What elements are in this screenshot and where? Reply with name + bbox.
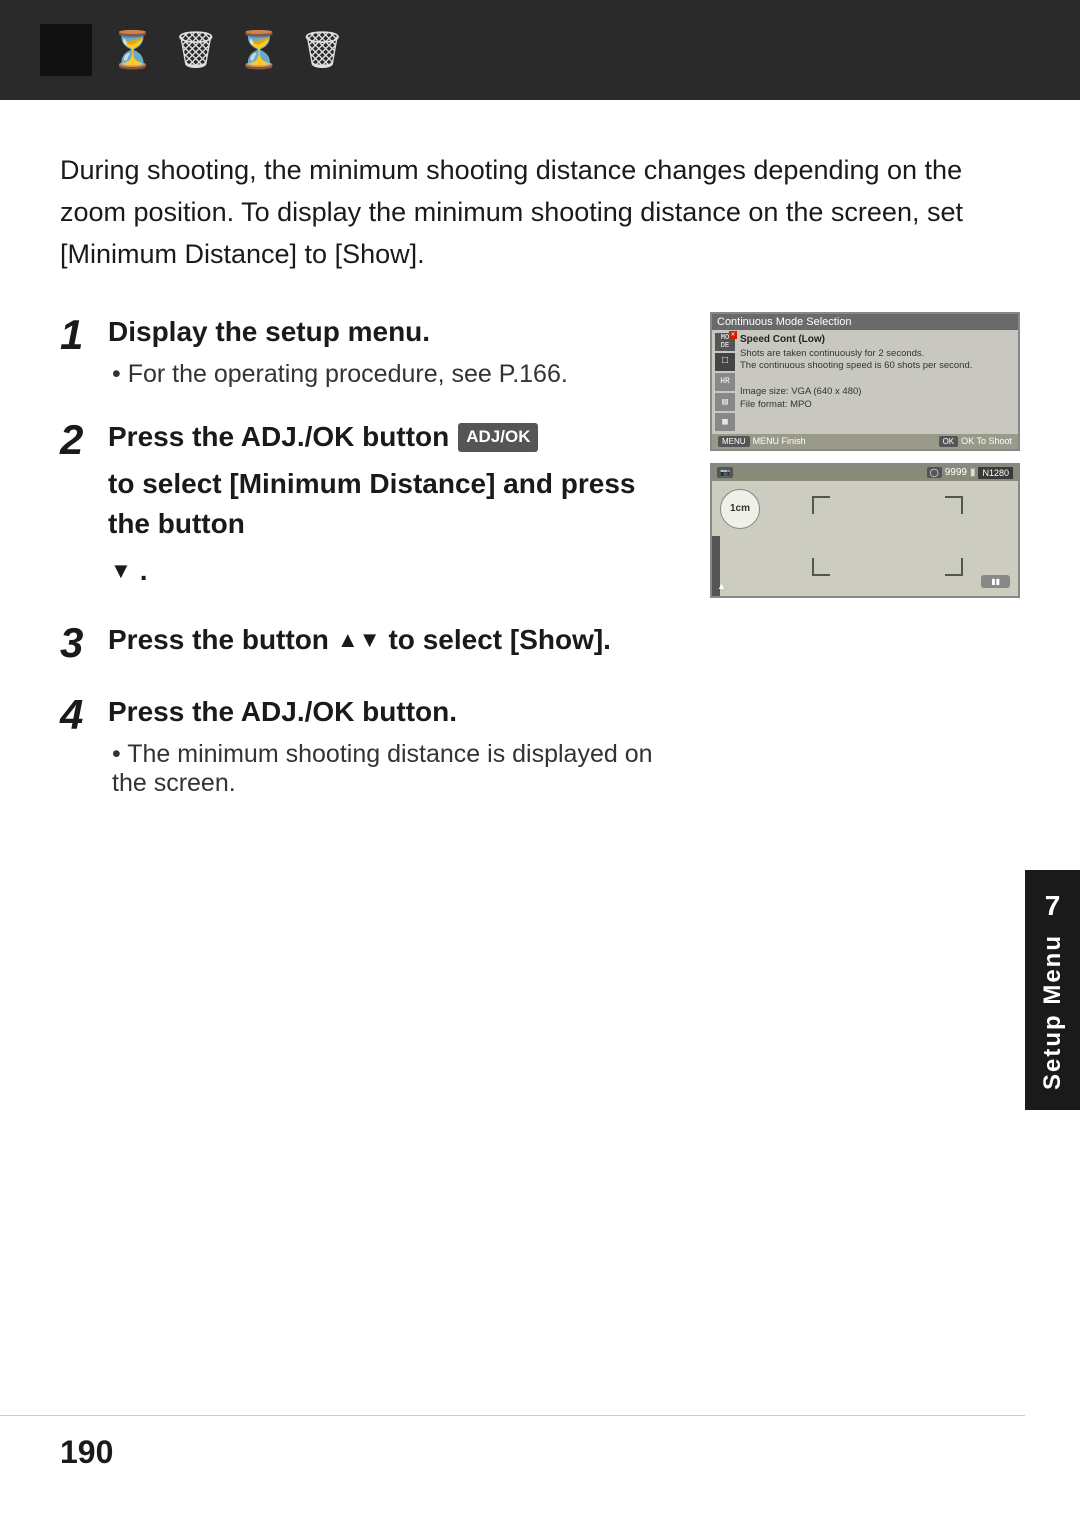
trash-icon: 🗑 — [299, 29, 345, 71]
step-1-content: Display the setup menu. For the operatin… — [108, 312, 670, 390]
menu-badge: MENU — [718, 436, 750, 447]
steps-left: 1 Display the setup menu. For the operat… — [60, 312, 670, 827]
vf-photo-icon: ◯ — [927, 467, 942, 478]
vf-top-right: ◯ 9999 ▮ N1280 — [927, 467, 1013, 479]
self-timer-icon-2: ⏳ — [237, 29, 282, 71]
page-number: 190 — [60, 1434, 113, 1471]
vf-top-bar: 📷 ◯ 9999 ▮ N1280 — [712, 465, 1018, 481]
step-1-title: Display the setup menu. — [108, 312, 670, 353]
down-button-icon: ▼ — [110, 555, 132, 587]
ok-badge: OK — [939, 436, 959, 447]
screen-detail: Speed Cont (Low) Shots are taken continu… — [740, 333, 1015, 431]
step-2-title-part3: . — [140, 551, 148, 592]
step-3: 3 Press the button ▲▼ to select [Show]. — [60, 620, 670, 664]
vf-separator: ▮ — [970, 467, 976, 478]
menu-icon-hr: HR — [715, 373, 735, 391]
footer-shoot-label: OK To Shoot — [961, 436, 1012, 446]
vf-count: 9999 — [945, 467, 967, 478]
screen-menu-icons: MODE ✕ □ HR ▤ ▦ — [715, 333, 737, 431]
menu-icon-single: □ — [715, 353, 735, 371]
x-mark: ✕ — [729, 331, 737, 339]
side-tab: 7 Setup Menu — [1025, 870, 1080, 1110]
step-1-bullet: For the operating procedure, see P.166. — [112, 360, 670, 389]
trash-arrow-icon: 🗑 — [173, 29, 219, 71]
self-timer-icon: ⏳ — [110, 29, 155, 71]
screen-continuous-mode: Continuous Mode Selection MODE ✕ □ HR — [710, 312, 1020, 451]
af-corner-bl — [812, 558, 830, 576]
step-3-content: Press the button ▲▼ to select [Show]. — [108, 620, 670, 661]
step-4-content: Press the ADJ./OK button. The minimum sh… — [108, 692, 670, 799]
camera-screens: Continuous Mode Selection MODE ✕ □ HR — [710, 312, 1020, 598]
af-corner-tr — [945, 496, 963, 514]
menu-icon-mode: MODE ✕ — [715, 333, 735, 351]
vf-camera-icon: 📷 — [717, 467, 733, 478]
side-tab-number: 7 — [1045, 890, 1061, 922]
af-corner-tl — [812, 496, 830, 514]
step-3-title-part2: to select [Show]. — [388, 620, 610, 661]
step-4-title: Press the ADJ./OK button. — [108, 692, 670, 733]
header-accent — [40, 24, 92, 76]
vf-mode: N1280 — [978, 467, 1013, 479]
step-1-number: 1 — [60, 314, 94, 356]
vf-battery-icon: ▲ — [717, 581, 726, 591]
screen-detail-title: Speed Cont (Low) — [740, 333, 1015, 346]
screen-detail-body: Shots are taken continuously for 2 secon… — [740, 348, 1015, 412]
screen-title-bar: Continuous Mode Selection — [712, 314, 1018, 330]
footer-finish-label: MENU Finish — [753, 436, 806, 446]
menu-icon-multi: ▦ — [715, 413, 735, 431]
af-corner-br — [945, 558, 963, 576]
step-2: 2 Press the ADJ./OK button ADJ/OK to sel… — [60, 417, 670, 591]
screen-viewfinder: 📷 ◯ 9999 ▮ N1280 1cm — [710, 463, 1020, 598]
step-4-bullet: The minimum shooting distance is display… — [112, 740, 670, 798]
footer-ok: OK OK To Shoot — [939, 436, 1012, 447]
footer-menu: MENU MENU Finish — [718, 436, 806, 447]
step-2-title: Press the ADJ./OK button ADJ/OK to selec… — [108, 417, 670, 591]
vf-body: 1cm ▮▮ ▲ — [712, 481, 1018, 596]
step-2-title-part2: to select [Minimum Distance] and press t… — [108, 464, 670, 545]
step-3-title-part1: Press the button — [108, 620, 329, 661]
header-icons: ⏳ 🗑 ⏳ 🗑 — [40, 24, 345, 76]
vf-top-left: 📷 — [717, 467, 733, 478]
step-3-title: Press the button ▲▼ to select [Show]. — [108, 620, 670, 661]
step-1: 1 Display the setup menu. For the operat… — [60, 312, 670, 390]
bottom-rule — [0, 1415, 1025, 1416]
header-bar: ⏳ 🗑 ⏳ 🗑 — [0, 0, 1080, 100]
menu-icon-burst: ▤ — [715, 393, 735, 411]
step-4: 4 Press the ADJ./OK button. The minimum … — [60, 692, 670, 799]
nav-button-icon: ▲▼ — [337, 624, 381, 656]
screen-footer: MENU MENU Finish OK OK To Shoot — [712, 434, 1018, 449]
screen-body: MODE ✕ □ HR ▤ ▦ — [712, 330, 1018, 434]
intro-paragraph: During shooting, the minimum shooting di… — [60, 150, 1020, 276]
vf-1cm-label: 1cm — [720, 489, 760, 529]
steps-area: 1 Display the setup menu. For the operat… — [60, 312, 1020, 827]
step-3-number: 3 — [60, 622, 94, 664]
main-content: During shooting, the minimum shooting di… — [0, 100, 1080, 886]
vf-shutter-btn: ▮▮ — [981, 575, 1010, 588]
side-tab-label: Setup Menu — [1039, 934, 1067, 1090]
step-2-content: Press the ADJ./OK button ADJ/OK to selec… — [108, 417, 670, 591]
step-2-title-part1: Press the ADJ./OK button — [108, 417, 449, 458]
step-4-number: 4 — [60, 694, 94, 736]
step-2-number: 2 — [60, 419, 94, 461]
adjok-button-icon: ADJ/OK — [458, 423, 538, 452]
